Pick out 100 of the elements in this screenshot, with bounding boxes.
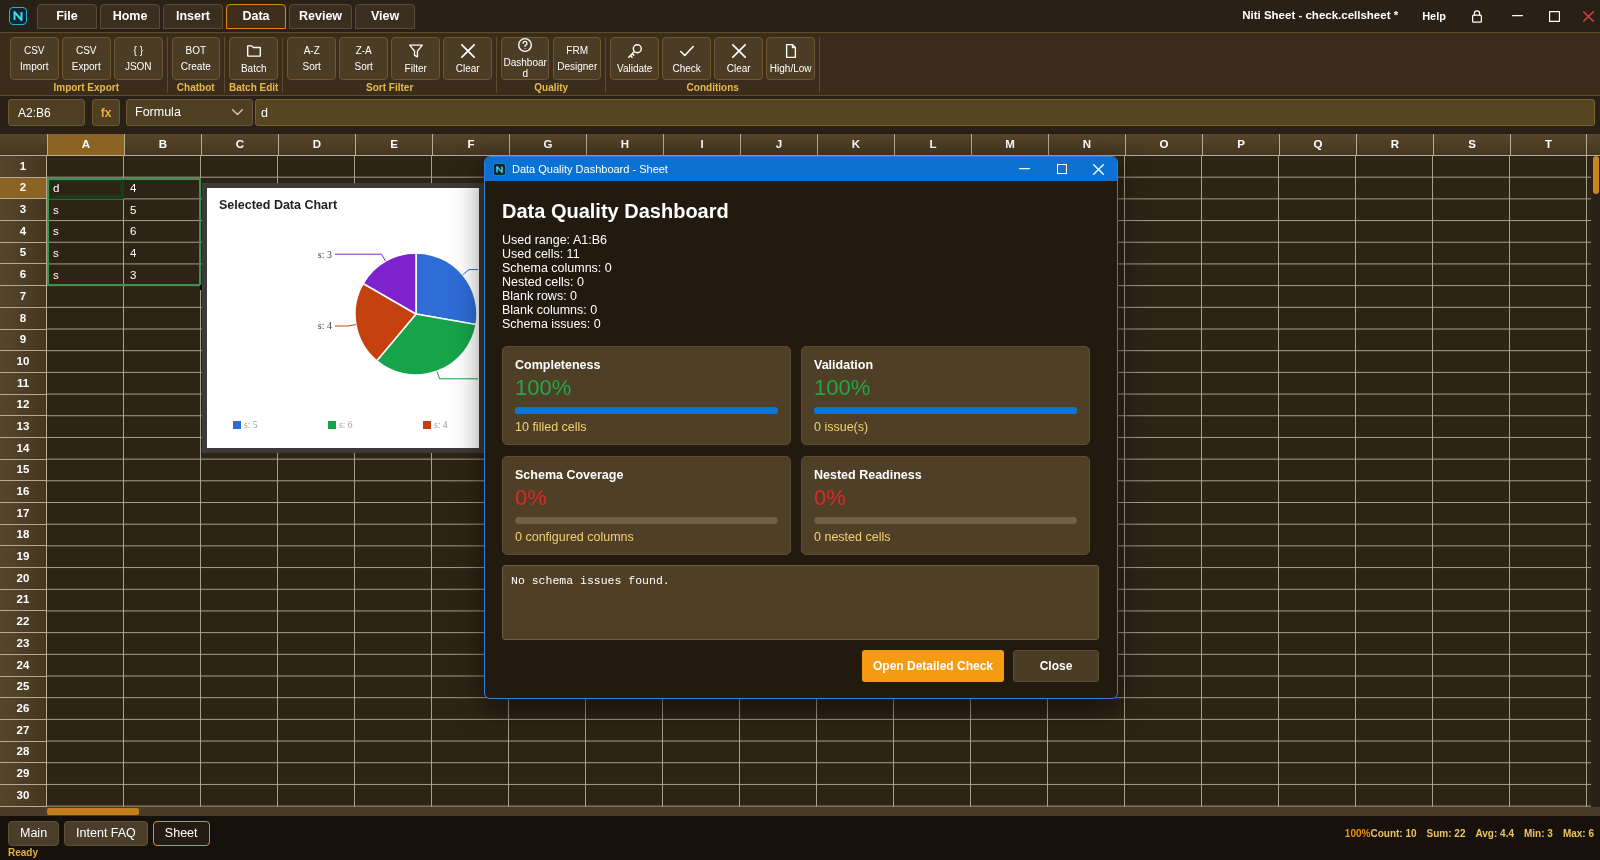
column-header[interactable]: J xyxy=(740,134,817,155)
sheet-tab[interactable]: Intent FAQ xyxy=(64,821,148,846)
row-header[interactable]: 9 xyxy=(0,329,47,352)
row-header[interactable]: 21 xyxy=(0,589,47,612)
secondary-button[interactable]: Close xyxy=(1013,650,1099,682)
table-cell[interactable]: 5 xyxy=(124,199,201,222)
ribbon-group-label: Chatbot xyxy=(176,82,215,94)
row-header[interactable]: 4 xyxy=(0,221,47,243)
column-header[interactable]: F xyxy=(432,134,509,155)
legend-label: s: 6 xyxy=(339,420,353,430)
ribbon-button[interactable]: CSV Import xyxy=(10,37,59,80)
column-header[interactable]: K xyxy=(817,134,894,155)
row-header[interactable]: 22 xyxy=(0,611,47,634)
ribbon-button[interactable]: Batch xyxy=(229,37,278,80)
column-header[interactable]: H xyxy=(586,134,663,155)
column-header[interactable]: T xyxy=(1510,134,1587,155)
table-cell[interactable]: 4 xyxy=(124,242,201,265)
row-header[interactable]: 12 xyxy=(0,394,47,417)
column-header[interactable]: I xyxy=(663,134,740,155)
row-header[interactable]: 15 xyxy=(0,459,47,482)
table-cell[interactable]: s xyxy=(47,242,124,265)
row-header[interactable]: 13 xyxy=(0,416,47,438)
legend-label: s: 5 xyxy=(244,420,258,430)
row-header[interactable]: 18 xyxy=(0,524,47,547)
row-header[interactable]: 19 xyxy=(0,546,47,569)
row-header[interactable]: 6 xyxy=(0,264,47,287)
column-header[interactable]: E xyxy=(355,134,432,155)
column-header[interactable]: D xyxy=(278,134,355,155)
row-header[interactable]: 24 xyxy=(0,654,47,677)
column-header[interactable]: G xyxy=(509,134,586,155)
menu-tab[interactable]: Review xyxy=(289,4,353,29)
row-header[interactable]: 23 xyxy=(0,633,47,655)
ribbon-button[interactable]: BOT Create xyxy=(171,37,220,80)
ribbon-button[interactable]: FRM Designer xyxy=(552,37,602,80)
row-header[interactable]: 29 xyxy=(0,763,47,785)
table-cell[interactable]: 3 xyxy=(124,264,201,287)
row-header[interactable]: 3 xyxy=(0,199,47,222)
ribbon-button[interactable]: Clear xyxy=(714,37,763,80)
row-header[interactable]: 2 xyxy=(0,177,47,200)
ribbon-button[interactable]: Validate xyxy=(610,37,659,80)
scrollbar-thumb[interactable] xyxy=(47,808,139,815)
column-header[interactable]: Q xyxy=(1279,134,1356,155)
table-cell[interactable]: 4 xyxy=(124,177,201,200)
row-header[interactable]: 26 xyxy=(0,698,47,720)
column-header[interactable]: B xyxy=(124,134,201,155)
name-box-field[interactable]: A2:B6 xyxy=(8,99,85,126)
menu-tab[interactable]: View xyxy=(355,4,416,29)
column-header[interactable]: P xyxy=(1202,134,1279,155)
row-header[interactable]: 7 xyxy=(0,286,47,308)
row-header[interactable]: 20 xyxy=(0,568,47,590)
chart-title: Selected Data Chart xyxy=(219,198,338,212)
row-header[interactable]: 11 xyxy=(0,372,47,395)
formula-mode-dropdown[interactable]: Formula xyxy=(126,99,253,126)
row-header[interactable]: 16 xyxy=(0,481,47,503)
row-header[interactable]: 30 xyxy=(0,784,47,807)
column-header[interactable]: S xyxy=(1433,134,1510,155)
scrollbar-thumb[interactable] xyxy=(1592,156,1599,194)
ribbon-button[interactable]: Z-A Sort xyxy=(339,37,388,80)
menu-tab[interactable]: Insert xyxy=(163,4,223,29)
row-header[interactable]: 28 xyxy=(0,741,47,764)
menu-tab[interactable]: Data xyxy=(226,4,286,29)
check-icon xyxy=(679,43,694,58)
sheet-tab[interactable]: Main xyxy=(8,821,60,846)
function-button[interactable]: fx xyxy=(92,99,120,126)
table-cell[interactable]: s xyxy=(47,221,124,243)
sheet-tab[interactable]: Sheet xyxy=(152,821,210,846)
lock-icon[interactable] xyxy=(1472,9,1482,23)
ribbon-button[interactable]: High/Low xyxy=(766,37,815,80)
column-header[interactable]: O xyxy=(1125,134,1202,155)
row-header[interactable]: 17 xyxy=(0,503,47,525)
ribbon-button[interactable]: A-Z Sort xyxy=(287,37,336,80)
row-header[interactable]: 27 xyxy=(0,719,47,742)
row-header[interactable]: 25 xyxy=(0,676,47,699)
column-header[interactable]: N xyxy=(1048,134,1125,155)
help-button[interactable]: Help xyxy=(1422,7,1446,25)
column-header[interactable]: M xyxy=(971,134,1048,155)
menu-tab[interactable]: Home xyxy=(100,4,160,29)
column-header[interactable]: R xyxy=(1356,134,1433,155)
table-cell[interactable]: s xyxy=(47,264,124,287)
ribbon-button[interactable]: Clear xyxy=(443,37,492,80)
formula-input[interactable]: d xyxy=(255,99,1595,126)
ribbon-button[interactable]: { } JSON xyxy=(114,37,163,80)
table-cell[interactable]: 6 xyxy=(124,221,201,243)
row-header[interactable]: 5 xyxy=(0,242,47,265)
ribbon-button[interactable]: Dashboard xyxy=(500,37,550,80)
menu-tab[interactable]: File xyxy=(37,4,97,29)
column-header[interactable]: C xyxy=(201,134,278,155)
app-logo-icon xyxy=(493,162,506,176)
ribbon-button[interactable]: Filter xyxy=(391,37,440,80)
row-header[interactable]: 1 xyxy=(0,156,47,178)
column-header[interactable]: A xyxy=(47,134,124,155)
ribbon-button[interactable]: CSV Export xyxy=(62,37,111,80)
table-cell[interactable]: d xyxy=(47,177,124,200)
row-header[interactable]: 8 xyxy=(0,307,47,330)
report-field[interactable]: No schema issues found. xyxy=(502,565,1099,640)
row-header[interactable]: 14 xyxy=(0,437,47,460)
row-header[interactable]: 10 xyxy=(0,351,47,373)
ribbon-button[interactable]: Check xyxy=(662,37,711,80)
table-cell[interactable]: s xyxy=(47,199,124,222)
column-header[interactable]: L xyxy=(894,134,971,155)
